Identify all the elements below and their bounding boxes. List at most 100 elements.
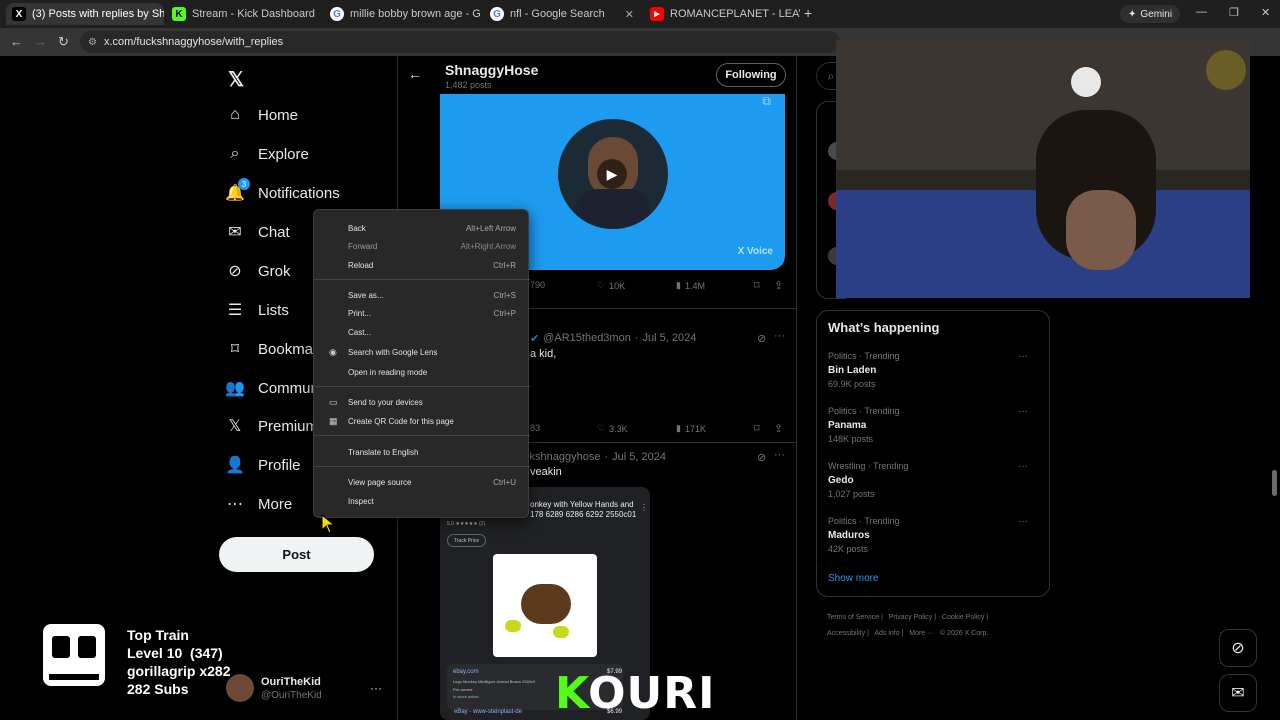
gemini-button[interactable]: ✦ Gemini — [1120, 5, 1181, 23]
footer-link[interactable]: Cookie Policy — [942, 614, 984, 621]
share-icon[interactable]: ⇪ — [774, 422, 783, 435]
tab-x-profile[interactable]: X (3) Posts with replies by Shnagg ✕ — [6, 3, 164, 25]
more-icon[interactable]: ··· — [774, 449, 785, 461]
kick-favicon-icon: K — [172, 7, 186, 21]
like-button[interactable]: ♡ 3.3K — [597, 423, 628, 434]
sidebar-item-communities[interactable]: 👥 Commun — [225, 379, 319, 398]
site-info-icon[interactable]: ⚙ — [88, 37, 97, 48]
new-tab-button[interactable]: + — [804, 5, 812, 21]
menu-item-send-to-devices[interactable]: ▭ Send to your devices — [314, 394, 530, 410]
product-title: onkey with Yellow Hands and — [530, 500, 634, 509]
track-price-button[interactable]: Track Price — [447, 534, 487, 547]
views-button[interactable]: ▮ 1.4M — [676, 280, 705, 291]
footer-link[interactable]: Terms of Service — [827, 614, 879, 621]
menu-item-reading-mode[interactable]: Open in reading mode — [314, 364, 530, 380]
close-window-icon[interactable]: ✕ — [1261, 6, 1270, 19]
webcam-feed — [836, 40, 1250, 298]
forward-arrow-icon[interactable]: → — [34, 34, 47, 49]
footer-link[interactable]: Privacy Policy — [889, 614, 933, 621]
close-icon[interactable]: ✕ — [625, 8, 634, 21]
back-arrow-icon[interactable]: ← — [10, 34, 23, 49]
trend-item[interactable]: Wrestling · Trending Gedo 1,027 posts ··… — [828, 461, 1038, 499]
like-count-value: 10K — [609, 280, 626, 291]
tab-google-search-1[interactable]: G millie bobby brown age - Goog ✕ — [324, 3, 480, 25]
more-icon[interactable]: ··· — [1018, 351, 1028, 362]
views-button[interactable]: ▮ 171K — [676, 423, 706, 434]
more-icon[interactable]: ··· — [774, 330, 785, 342]
reply-count[interactable]: 790 — [530, 280, 545, 290]
sidebar-item-profile[interactable]: 👤 Profile — [225, 456, 300, 475]
tab-google-search-2[interactable]: G nfl - Google Search ✕ — [484, 3, 640, 25]
menu-item-qr-code[interactable]: ▦ Create QR Code for this page — [314, 413, 530, 429]
menu-item-google-lens[interactable]: ◉ Search with Google Lens — [314, 344, 530, 360]
tab-kick-dashboard[interactable]: K Stream - Kick Dashboard 🔇 — [166, 3, 316, 25]
menu-item-reload[interactable]: Reload Ctrl+R — [314, 257, 530, 273]
tab-youtube[interactable]: ▶ ROMANCEPLANET - LEAVE TO ✕ — [644, 3, 800, 25]
sidebar-item-premium[interactable]: 𝕏 Premium — [226, 417, 318, 436]
more-icon[interactable]: ··· — [1018, 461, 1028, 472]
x-logo-icon[interactable]: 𝕏 — [228, 67, 244, 92]
sidebar-item-label: More — [258, 495, 293, 513]
footer-link[interactable]: More ··· — [909, 630, 934, 637]
grok-icon[interactable]: ⊘ — [1219, 629, 1257, 667]
qr-code-icon: ▦ — [329, 415, 338, 426]
post-button[interactable]: Post — [219, 537, 374, 572]
person-icon: 👤 — [225, 457, 245, 474]
menu-item-print[interactable]: Print... Ctrl+P — [314, 305, 530, 321]
play-icon[interactable]: ▶ — [597, 159, 627, 189]
minimize-icon[interactable]: — — [1196, 6, 1207, 18]
reply-count-value: 83 — [530, 423, 541, 433]
trend-item[interactable]: Politics · Trending Maduros 42K posts ··… — [828, 516, 1038, 554]
menu-item-save-as[interactable]: Save as... Ctrl+S — [314, 287, 530, 303]
sidebar-item-notifications[interactable]: 🔔 3 Notifications — [225, 178, 340, 202]
tweet-date[interactable]: Jul 5, 2024 — [643, 332, 697, 345]
menu-item-inspect[interactable]: Inspect — [314, 493, 530, 509]
sidebar-item-chat[interactable]: ✉ Chat — [226, 223, 289, 242]
sidebar-item-bookmarks[interactable]: ⌑ Bookmar — [226, 340, 318, 359]
following-button[interactable]: Following — [716, 63, 786, 87]
menu-item-translate[interactable]: Translate to English — [314, 444, 530, 460]
reload-icon[interactable]: ↻ — [58, 34, 69, 50]
bookmark-icon[interactable]: ⌑ — [754, 279, 760, 292]
copyright: © 2026 X Corp. — [939, 630, 989, 637]
tweet-date[interactable]: Jul 5, 2024 — [612, 451, 666, 463]
mouse-cursor-icon — [321, 514, 336, 534]
back-arrow-icon[interactable]: ← — [408, 66, 422, 82]
menu-label: Cast... — [348, 327, 372, 337]
bookmark-icon[interactable]: ⌑ — [754, 422, 760, 435]
captions-icon[interactable]: ⧉ — [762, 94, 771, 109]
show-more-link[interactable]: Show more — [828, 573, 879, 584]
mail-icon[interactable]: ✉ — [1219, 674, 1257, 712]
menu-item-cast[interactable]: Cast... — [314, 324, 530, 340]
menu-item-forward[interactable]: Forward Alt+Right Arrow — [314, 238, 530, 254]
more-icon[interactable]: ··· — [1018, 406, 1028, 417]
url-bar[interactable]: ⚙ x.com/fuckshnaggyhose/with_replies — [80, 31, 840, 53]
sidebar-item-grok[interactable]: ⊘ Grok — [226, 262, 290, 281]
menu-item-view-source[interactable]: View page source Ctrl+U — [314, 474, 530, 490]
reply-count[interactable]: 83 — [530, 423, 540, 433]
footer-link[interactable]: Ads info — [874, 630, 899, 637]
seller-name[interactable]: eBay - www-steinplast-de — [454, 709, 522, 715]
grok-icon[interactable]: ⊘ — [757, 332, 766, 345]
menu-item-back[interactable]: Back Alt+Left Arrow — [314, 220, 530, 236]
menu-separator — [314, 466, 530, 467]
account-menu-icon[interactable]: ··· — [370, 681, 382, 695]
like-button[interactable]: ♡ 10K — [597, 280, 625, 291]
sidebar-item-explore[interactable]: ⌕ Explore — [226, 145, 309, 163]
trend-item[interactable]: Politics · Trending Bin Laden 69.9K post… — [828, 351, 1038, 389]
grok-icon[interactable]: ⊘ — [757, 451, 766, 464]
footer-link[interactable]: Accessibility — [827, 630, 865, 637]
x-logo-icon: 𝕏 — [228, 418, 242, 435]
sidebar-item-home[interactable]: ⌂ Home — [226, 106, 298, 124]
sidebar-item-more[interactable]: ⋯ More — [226, 495, 293, 514]
restore-icon[interactable]: ❐ — [1229, 6, 1239, 19]
more-icon[interactable]: ··· — [1018, 516, 1028, 527]
share-icon[interactable]: ⇪ — [774, 279, 783, 292]
more-icon[interactable]: ⋮ — [640, 503, 648, 512]
sidebar-item-lists[interactable]: ☰ Lists — [226, 301, 289, 320]
tweet-handle[interactable]: ckshnaggyhose — [524, 451, 600, 463]
scrollbar-thumb[interactable] — [1272, 470, 1277, 496]
trend-item[interactable]: Politics · Trending Panama 148K posts ··… — [828, 406, 1038, 444]
tweet-handle[interactable]: @AR15thed3mon — [543, 332, 631, 345]
footer-links: Terms of Service | Privacy Policy | Cook… — [827, 614, 989, 637]
